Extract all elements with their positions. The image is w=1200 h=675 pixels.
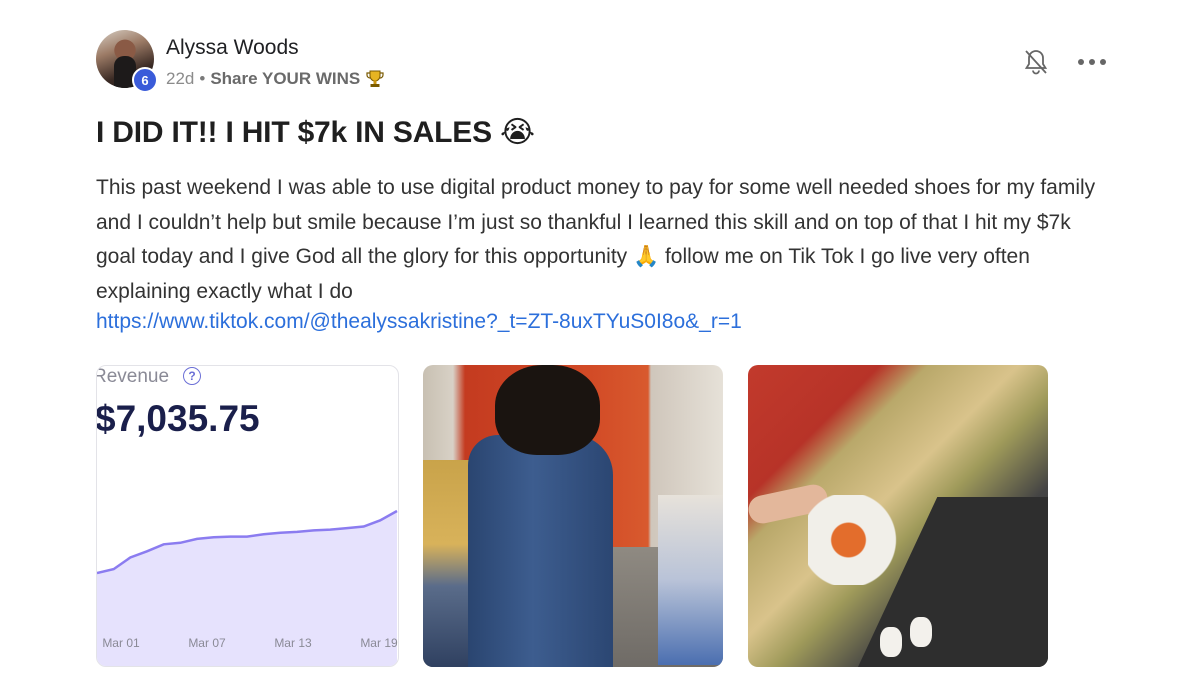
level-badge: 6 bbox=[132, 67, 158, 93]
photo-shoe bbox=[910, 617, 932, 647]
trophy-icon bbox=[365, 69, 385, 89]
shopping-bag-photo[interactable] bbox=[748, 365, 1048, 667]
more-dot-icon bbox=[1100, 59, 1106, 65]
chart-label: Revenue bbox=[96, 366, 170, 387]
post-title: I DID IT!! I HIT $7k IN SALES 😭 bbox=[96, 116, 535, 149]
post-time: 22d bbox=[166, 69, 195, 88]
store-checkout-photo[interactable] bbox=[423, 365, 723, 667]
photo-shoe bbox=[880, 627, 902, 657]
revenue-value: $7,035.75 bbox=[96, 398, 260, 439]
photo-bag bbox=[808, 495, 898, 585]
category-link[interactable]: Share YOUR WINS bbox=[210, 69, 360, 89]
x-tick-label: Mar 01 bbox=[102, 636, 140, 650]
x-tick-label: Mar 19 bbox=[360, 636, 398, 650]
revenue-chart-card[interactable]: Mar 01 Mar 07 Mar 13 Mar 19 Revenue ? $7,03… bbox=[96, 365, 399, 667]
meta-separator: • bbox=[199, 69, 206, 88]
chart-area bbox=[97, 511, 397, 666]
photo-shelf bbox=[658, 495, 723, 665]
post-body: This past weekend I was able to use digi… bbox=[96, 176, 1096, 304]
x-tick-label: Mar 07 bbox=[188, 636, 226, 650]
tiktok-link[interactable]: https://www.tiktok.com/@thealyssakristin… bbox=[96, 310, 742, 334]
help-icon[interactable]: ? bbox=[183, 367, 201, 385]
author-name[interactable]: Alyssa Woods bbox=[166, 36, 299, 60]
post-meta: 22d • Share YOUR WINS bbox=[166, 69, 385, 89]
more-dot-icon bbox=[1078, 59, 1084, 65]
more-dot-icon bbox=[1089, 59, 1095, 65]
post-card: 6 Alyssa Woods 22d • Share YOUR WINS I D… bbox=[96, 30, 1116, 667]
photo-person-coat bbox=[468, 435, 613, 667]
x-tick-label: Mar 13 bbox=[274, 636, 312, 650]
photo-person-hair bbox=[495, 365, 600, 455]
bell-off-icon[interactable] bbox=[1023, 48, 1049, 76]
more-options-icon[interactable] bbox=[1078, 52, 1106, 72]
post-header: 6 Alyssa Woods 22d • Share YOUR WINS bbox=[96, 30, 1116, 94]
